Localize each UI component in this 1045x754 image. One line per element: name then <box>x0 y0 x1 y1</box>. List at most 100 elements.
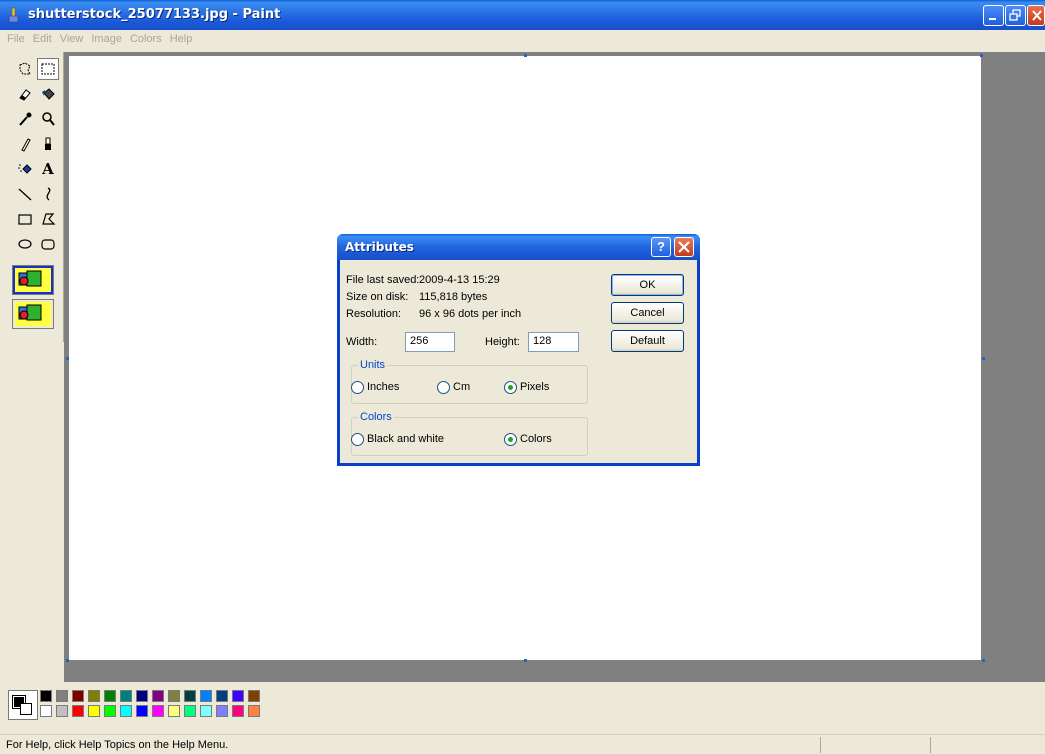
status-divider <box>820 737 821 753</box>
menu-image[interactable]: Image <box>87 30 126 48</box>
polygon-icon[interactable] <box>37 208 59 230</box>
resolution-label: Resolution: <box>346 308 402 320</box>
palette-swatch[interactable] <box>184 690 196 702</box>
resolution-value: 96 x 96 dots per inch <box>419 308 522 320</box>
palette-swatch[interactable] <box>40 705 52 717</box>
text-icon[interactable]: A <box>37 158 59 180</box>
units-inches-label[interactable]: Inches <box>367 381 399 393</box>
curve-icon[interactable] <box>37 183 59 205</box>
palette-swatch[interactable] <box>152 705 164 717</box>
dialog-close-button[interactable] <box>674 237 694 257</box>
airbrush-icon[interactable] <box>14 158 36 180</box>
file-last-saved-value: 2009-4-13 15:29 <box>419 274 500 286</box>
height-input[interactable]: 128 <box>528 332 579 352</box>
units-pixels-label[interactable]: Pixels <box>520 381 549 393</box>
brush-icon[interactable] <box>37 133 59 155</box>
palette-swatch[interactable] <box>104 705 116 717</box>
close-button[interactable] <box>1027 5 1045 26</box>
line-icon[interactable] <box>14 183 36 205</box>
transparent-background-icon <box>15 302 51 326</box>
palette-swatch[interactable] <box>216 690 228 702</box>
palette-swatch[interactable] <box>120 705 132 717</box>
palette-swatch[interactable] <box>200 690 212 702</box>
colors-legend: Colors <box>358 411 394 423</box>
minimize-icon <box>989 18 996 20</box>
height-label: Height: <box>485 336 520 348</box>
toolbox: A <box>0 52 64 342</box>
palette-swatch[interactable] <box>232 690 244 702</box>
palette-swatch[interactable] <box>40 690 52 702</box>
dialog-title-bar: Attributes ? <box>337 234 700 260</box>
resize-handle-bottom-left <box>66 659 69 662</box>
eraser-icon[interactable] <box>14 83 36 105</box>
opaque-background-icon <box>15 268 51 292</box>
palette-swatch[interactable] <box>72 690 84 702</box>
palette-swatch[interactable] <box>56 705 68 717</box>
resize-handle-middle-right[interactable] <box>982 357 985 360</box>
cancel-button[interactable]: Cancel <box>611 302 684 324</box>
menu-edit[interactable]: Edit <box>29 30 56 48</box>
colors-colors-label[interactable]: Colors <box>520 433 552 445</box>
units-cm-radio[interactable] <box>437 381 450 394</box>
palette-swatch[interactable] <box>248 705 260 717</box>
palette-swatch[interactable] <box>152 690 164 702</box>
resize-handle-bottom-center[interactable] <box>524 659 527 662</box>
close-icon <box>678 241 690 253</box>
palette-swatch[interactable] <box>88 690 100 702</box>
colors-black-white-radio[interactable] <box>351 433 364 446</box>
units-pixels-radio[interactable] <box>504 381 517 394</box>
minimize-button[interactable] <box>983 5 1004 26</box>
pick-color-icon[interactable] <box>14 108 36 130</box>
rounded-rectangle-icon[interactable] <box>37 233 59 255</box>
resize-handle-middle-left <box>66 357 69 360</box>
menu-file[interactable]: File <box>3 30 29 48</box>
palette-swatch[interactable] <box>184 705 196 717</box>
palette-swatch[interactable] <box>56 690 68 702</box>
colors-black-white-label[interactable]: Black and white <box>367 433 444 445</box>
units-inches-radio[interactable] <box>351 381 364 394</box>
units-group: Units Inches Cm Pixels <box>351 359 588 404</box>
paint-app-icon <box>8 7 19 23</box>
tool-option-opaque[interactable] <box>12 265 54 295</box>
color-palette <box>0 682 1045 732</box>
tool-option-transparent[interactable] <box>12 299 54 329</box>
menu-colors[interactable]: Colors <box>126 30 166 48</box>
palette-swatch[interactable] <box>136 690 148 702</box>
close-icon <box>1032 10 1042 21</box>
menu-help[interactable]: Help <box>166 30 197 48</box>
restore-button[interactable] <box>1005 5 1026 26</box>
menu-bar: File Edit View Image Colors Help <box>0 30 1045 50</box>
default-button[interactable]: Default <box>611 330 684 352</box>
palette-swatch[interactable] <box>136 705 148 717</box>
select-icon[interactable] <box>37 58 59 80</box>
width-input[interactable]: 256 <box>405 332 455 352</box>
background-color <box>20 703 32 715</box>
resize-handle-top-right <box>980 54 983 57</box>
ellipse-icon[interactable] <box>14 233 36 255</box>
magnifier-icon[interactable] <box>37 108 59 130</box>
palette-swatch[interactable] <box>200 705 212 717</box>
menu-view[interactable]: View <box>56 30 88 48</box>
palette-swatch[interactable] <box>88 705 100 717</box>
palette-swatch[interactable] <box>232 705 244 717</box>
palette-swatch[interactable] <box>104 690 116 702</box>
palette-swatch[interactable] <box>168 690 180 702</box>
palette-swatch[interactable] <box>248 690 260 702</box>
palette-swatch[interactable] <box>168 705 180 717</box>
pencil-icon[interactable] <box>14 133 36 155</box>
attributes-dialog: Attributes ? File last saved: 2009-4-13 … <box>337 234 700 466</box>
help-icon: ? <box>657 239 665 254</box>
colors-colors-radio[interactable] <box>504 433 517 446</box>
window-title: shutterstock_25077133.jpg - Paint <box>28 7 281 22</box>
units-cm-label[interactable]: Cm <box>453 381 470 393</box>
palette-swatch[interactable] <box>216 705 228 717</box>
fill-with-color-icon[interactable] <box>37 83 59 105</box>
free-form-select-icon[interactable] <box>14 58 36 80</box>
status-message: For Help, click Help Topics on the Help … <box>6 739 229 751</box>
help-button[interactable]: ? <box>651 237 671 257</box>
ok-button[interactable]: OK <box>611 274 684 296</box>
resize-handle-bottom-right[interactable] <box>982 659 985 662</box>
palette-swatch[interactable] <box>72 705 84 717</box>
rectangle-icon[interactable] <box>14 208 36 230</box>
palette-swatch[interactable] <box>120 690 132 702</box>
